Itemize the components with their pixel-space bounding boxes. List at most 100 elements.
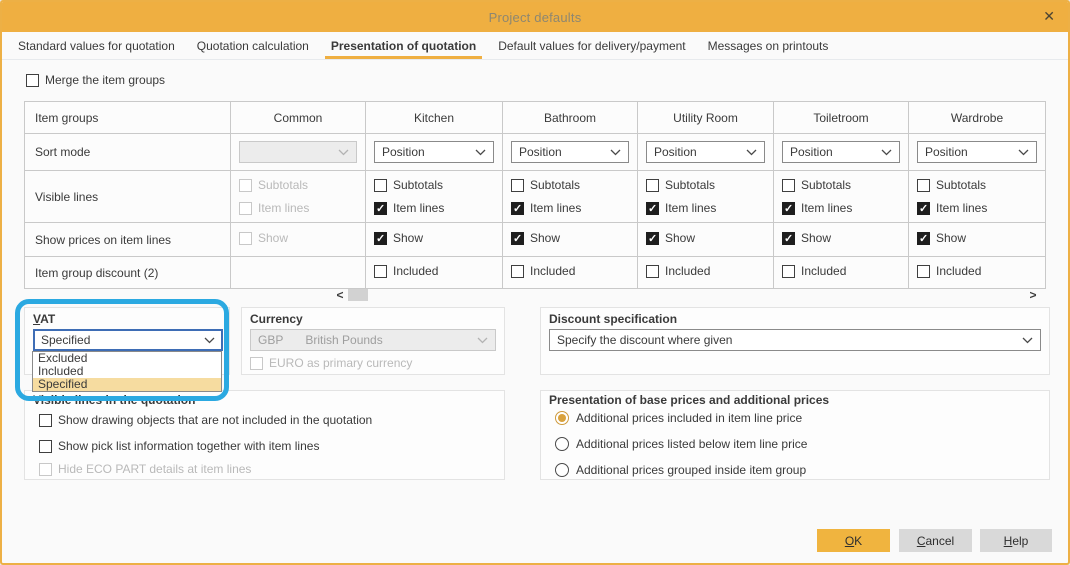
show-prices-row: Show prices on item lines Show Show Show… bbox=[25, 223, 1046, 257]
visible-lines-row: Visible lines Subtotals Item lines Subto… bbox=[25, 171, 1046, 223]
checkbox-box bbox=[646, 232, 659, 245]
vat-dropdown-list: Excluded Included Specified bbox=[32, 351, 222, 392]
title-bar: Project defaults ✕ bbox=[2, 2, 1068, 32]
chevron-down-icon bbox=[475, 149, 486, 156]
visible-lines-quotation-label: Visible lines in the quotation bbox=[33, 393, 195, 407]
sort-mode-select-kitchen[interactable]: Position bbox=[374, 141, 494, 163]
presentation-base-prices-group: Presentation of base prices and addition… bbox=[540, 390, 1050, 480]
show-checkbox-wardrobe[interactable]: Show bbox=[917, 231, 966, 245]
col-header-toiletroom: Toiletroom bbox=[774, 102, 909, 134]
project-defaults-dialog: Project defaults ✕ Standard values for q… bbox=[0, 0, 1070, 565]
row-label-sort-mode: Sort mode bbox=[25, 134, 231, 171]
close-icon[interactable]: ✕ bbox=[1043, 9, 1055, 23]
row-label-visible-lines: Visible lines bbox=[25, 171, 231, 223]
vat-label: VAT bbox=[33, 312, 55, 326]
included-checkbox-utility-room[interactable]: Included bbox=[646, 264, 710, 278]
subtotals-checkbox-utility-room[interactable]: Subtotals bbox=[646, 178, 765, 192]
scroll-right-arrow[interactable]: > bbox=[1026, 288, 1040, 302]
checkbox-box bbox=[374, 232, 387, 245]
checkbox-box bbox=[250, 357, 263, 370]
col-header-kitchen: Kitchen bbox=[366, 102, 503, 134]
checkbox-box bbox=[374, 265, 387, 278]
checkbox-box bbox=[917, 265, 930, 278]
tab-default-values-delivery-payment[interactable]: Default values for delivery/payment bbox=[487, 32, 696, 59]
tab-quotation-calculation[interactable]: Quotation calculation bbox=[186, 32, 320, 59]
show-checkbox-utility-room[interactable]: Show bbox=[646, 231, 695, 245]
subtotals-checkbox-common: Subtotals bbox=[239, 178, 357, 192]
show-pick-list-checkbox[interactable]: Show pick list information together with… bbox=[39, 439, 319, 453]
sort-mode-select-bathroom[interactable]: Position bbox=[511, 141, 629, 163]
col-header-utility-room: Utility Room bbox=[638, 102, 774, 134]
radio-dot bbox=[555, 463, 569, 477]
row-label-item-group-discount: Item group discount (2) bbox=[25, 257, 231, 289]
chevron-down-icon bbox=[746, 149, 757, 156]
chevron-down-icon bbox=[1022, 337, 1033, 344]
scroll-left-arrow[interactable]: < bbox=[333, 288, 347, 302]
row-label-show-prices: Show prices on item lines bbox=[25, 223, 231, 257]
item-lines-checkbox-wardrobe[interactable]: Item lines bbox=[917, 201, 1037, 215]
item-lines-checkbox-utility-room[interactable]: Item lines bbox=[646, 201, 765, 215]
col-header-wardrobe: Wardrobe bbox=[909, 102, 1046, 134]
included-checkbox-bathroom[interactable]: Included bbox=[511, 264, 575, 278]
item-groups-table: Item groups Common Kitchen Bathroom Util… bbox=[24, 101, 1046, 289]
checkbox-box bbox=[646, 179, 659, 192]
sort-mode-select-common bbox=[239, 141, 357, 163]
currency-select: GBPBritish Pounds bbox=[250, 329, 496, 351]
item-lines-checkbox-bathroom[interactable]: Item lines bbox=[511, 201, 629, 215]
checkbox-box bbox=[917, 179, 930, 192]
checkbox-box bbox=[782, 265, 795, 278]
euro-primary-currency-checkbox: EURO as primary currency bbox=[250, 356, 412, 370]
subtotals-checkbox-bathroom[interactable]: Subtotals bbox=[511, 178, 629, 192]
chevron-down-icon bbox=[881, 149, 892, 156]
cancel-button[interactable]: Cancel bbox=[899, 529, 972, 552]
vat-option-specified[interactable]: Specified bbox=[33, 378, 221, 391]
included-checkbox-kitchen[interactable]: Included bbox=[374, 264, 438, 278]
checkbox-box bbox=[239, 232, 252, 245]
item-lines-checkbox-common: Item lines bbox=[239, 201, 357, 215]
additional-prices-included-radio[interactable]: Additional prices included in item line … bbox=[555, 411, 802, 425]
item-group-discount-row: Item group discount (2) Included Include… bbox=[25, 257, 1046, 289]
checkbox-box bbox=[782, 232, 795, 245]
checkbox-box bbox=[646, 202, 659, 215]
tab-presentation-of-quotation[interactable]: Presentation of quotation bbox=[320, 32, 487, 59]
show-drawing-objects-checkbox[interactable]: Show drawing objects that are not includ… bbox=[39, 413, 372, 427]
table-header-row: Item groups Common Kitchen Bathroom Util… bbox=[25, 102, 1046, 134]
show-checkbox-bathroom[interactable]: Show bbox=[511, 231, 560, 245]
checkbox-box bbox=[646, 265, 659, 278]
checkbox-box bbox=[782, 202, 795, 215]
subtotals-checkbox-wardrobe[interactable]: Subtotals bbox=[917, 178, 1037, 192]
included-checkbox-wardrobe[interactable]: Included bbox=[917, 264, 981, 278]
included-checkbox-toiletroom[interactable]: Included bbox=[782, 264, 846, 278]
dialog-title: Project defaults bbox=[489, 10, 582, 25]
show-checkbox-toiletroom[interactable]: Show bbox=[782, 231, 831, 245]
show-checkbox-kitchen[interactable]: Show bbox=[374, 231, 423, 245]
sort-mode-select-toiletroom[interactable]: Position bbox=[782, 141, 900, 163]
sort-mode-select-wardrobe[interactable]: Position bbox=[917, 141, 1037, 163]
currency-group: Currency GBPBritish Pounds EURO as prima… bbox=[241, 307, 505, 375]
col-header-bathroom: Bathroom bbox=[503, 102, 638, 134]
col-header-common: Common bbox=[231, 102, 366, 134]
chevron-down-icon bbox=[204, 337, 215, 344]
item-lines-checkbox-toiletroom[interactable]: Item lines bbox=[782, 201, 900, 215]
discount-specification-select[interactable]: Specify the discount where given bbox=[549, 329, 1041, 351]
sort-mode-select-utility-room[interactable]: Position bbox=[646, 141, 765, 163]
additional-prices-grouped-radio[interactable]: Additional prices grouped inside item gr… bbox=[555, 463, 806, 477]
scroll-thumb[interactable] bbox=[348, 289, 368, 301]
subtotals-checkbox-toiletroom[interactable]: Subtotals bbox=[782, 178, 900, 192]
additional-prices-listed-below-radio[interactable]: Additional prices listed below item line… bbox=[555, 437, 807, 451]
merge-item-groups-checkbox[interactable]: Merge the item groups bbox=[26, 73, 165, 87]
currency-label: Currency bbox=[250, 312, 303, 326]
checkbox-box bbox=[239, 202, 252, 215]
checkbox-box bbox=[39, 440, 52, 453]
col-header-item-groups: Item groups bbox=[25, 102, 231, 134]
help-button[interactable]: Help bbox=[980, 529, 1052, 552]
tab-bar: Standard values for quotation Quotation … bbox=[2, 32, 1068, 60]
radio-dot bbox=[555, 437, 569, 451]
item-lines-checkbox-kitchen[interactable]: Item lines bbox=[374, 201, 494, 215]
subtotals-checkbox-kitchen[interactable]: Subtotals bbox=[374, 178, 494, 192]
checkbox-box bbox=[917, 232, 930, 245]
tab-standard-values[interactable]: Standard values for quotation bbox=[7, 32, 186, 59]
ok-button[interactable]: OK bbox=[817, 529, 890, 552]
vat-select[interactable]: Specified bbox=[33, 329, 223, 351]
tab-messages-on-printouts[interactable]: Messages on printouts bbox=[697, 32, 840, 59]
